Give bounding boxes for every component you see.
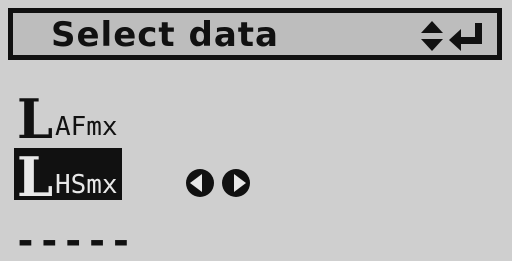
parameter-lhs-max[interactable]: L HSmx	[14, 145, 122, 209]
display-screen: Select data L AFmx L HSmx -----	[0, 0, 512, 261]
title-bar: Select data	[8, 8, 502, 60]
parameter-letter: L	[16, 145, 54, 209]
empty-slot[interactable]: -----	[14, 222, 133, 260]
up-down-arrows-icon	[421, 21, 443, 51]
parameter-subscript: HSmx	[54, 170, 118, 200]
left-right-arrows[interactable]	[178, 168, 270, 198]
parameter-letter: L	[16, 87, 54, 151]
title-nav-icons	[421, 21, 482, 51]
parameter-laf-max[interactable]: L AFmx	[14, 87, 122, 151]
right-arrow-circle-icon[interactable]	[222, 169, 250, 197]
enter-return-icon	[449, 23, 482, 51]
page-title: Select data	[51, 15, 279, 55]
left-arrow-circle-icon[interactable]	[186, 169, 214, 197]
parameter-subscript: AFmx	[54, 112, 118, 142]
